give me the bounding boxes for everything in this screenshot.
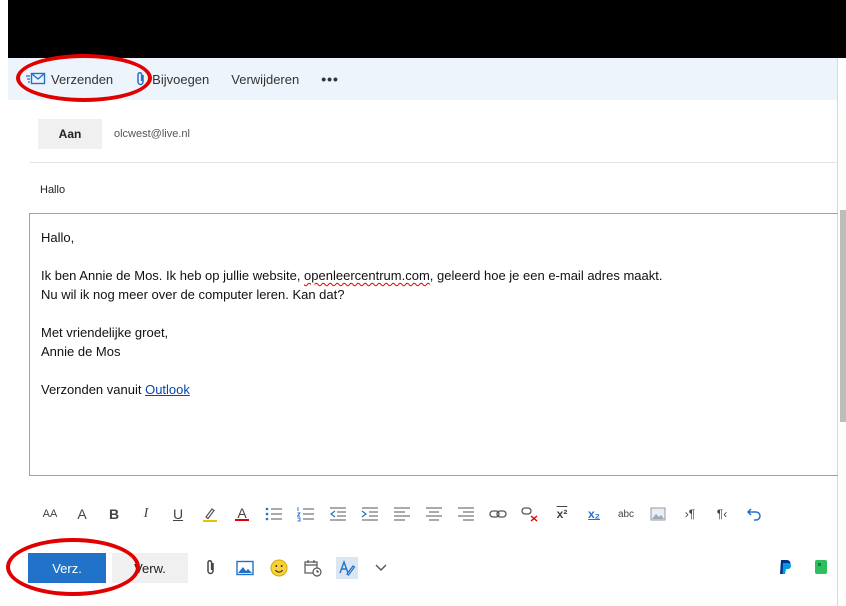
unlink-icon (521, 507, 538, 522)
chevron-down-icon (375, 564, 387, 571)
evernote-icon (815, 560, 827, 574)
grow-font-button[interactable]: A (70, 502, 94, 526)
format-options-button[interactable] (336, 557, 358, 579)
attach-file-button[interactable] (200, 557, 222, 579)
picture-icon (650, 507, 666, 521)
italic-button[interactable]: I (134, 502, 158, 526)
increase-indent-button[interactable] (358, 502, 382, 526)
undo-button[interactable] (742, 502, 766, 526)
align-center-icon (426, 507, 442, 521)
to-button[interactable]: Aan (38, 119, 102, 149)
ltr-glyph: ›¶ (684, 507, 696, 521)
link-icon (489, 510, 507, 518)
addins-area (760, 556, 846, 578)
discard-command-label: Verwijderen (231, 71, 300, 87)
left-to-right-button[interactable]: ›¶ (678, 502, 702, 526)
schedule-button[interactable] (302, 557, 324, 579)
smiley-icon (270, 559, 288, 577)
message-body-editor[interactable]: Hallo, Ik ben Annie de Mos. Ik heb op ju… (29, 213, 838, 476)
command-bar: Verzenden Bijvoegen Verwijderen ••• (8, 58, 838, 100)
sent-from-line: Verzonden vanuit Outlook (41, 380, 838, 399)
window-top-bar (8, 0, 846, 58)
font-color-button[interactable]: A (230, 502, 254, 526)
more-options-label: ••• (321, 71, 339, 87)
indent-icon (361, 507, 378, 521)
message-line-1-suffix: , geleerd hoe je een e-mail adres maakt. (429, 268, 663, 283)
align-right-button[interactable] (454, 502, 478, 526)
highlighter-icon (203, 508, 217, 522)
align-left-button[interactable] (390, 502, 414, 526)
outdent-icon (330, 507, 346, 521)
send-button[interactable]: Verz. (28, 553, 106, 583)
right-to-left-button[interactable]: ¶‹ (710, 502, 734, 526)
strikethrough-button[interactable]: abc (614, 502, 638, 526)
recipient-row: Aan olcwest@live.nl (38, 118, 190, 150)
remove-link-button[interactable] (518, 502, 542, 526)
superscript-button[interactable]: x² (550, 502, 574, 526)
underline-button[interactable]: U (166, 502, 190, 526)
align-center-button[interactable] (422, 502, 446, 526)
outlook-link[interactable]: Outlook (145, 382, 190, 397)
picture-icon (236, 560, 254, 576)
sent-from-prefix: Verzonden vanuit (41, 382, 146, 397)
bold-button[interactable]: B (102, 502, 126, 526)
insert-picture-inline-button[interactable] (646, 502, 670, 526)
subscript-button[interactable]: x₂ (582, 502, 606, 526)
attach-command-button[interactable]: Bijvoegen (135, 71, 209, 87)
superscript-glyph: x² (556, 507, 568, 521)
message-line-1-prefix: Ik ben Annie de Mos. Ik heb op jullie we… (41, 268, 305, 283)
paperclip-icon (135, 71, 147, 87)
text-format-icon (339, 559, 356, 576)
bullets-button[interactable] (262, 502, 286, 526)
italic-glyph: I (143, 506, 149, 521)
message-signature: Annie de Mos (41, 344, 121, 359)
discard-command-button[interactable]: Verwijderen (231, 72, 299, 87)
message-line-2: Nu wil ik nog meer over de computer lere… (41, 287, 345, 302)
align-right-icon (458, 507, 474, 521)
undo-icon (746, 508, 761, 521)
grow-font-glyph: A (77, 506, 87, 522)
insert-link-button[interactable] (486, 502, 510, 526)
insert-picture-button[interactable] (234, 557, 256, 579)
align-left-icon (394, 507, 410, 521)
bottom-action-bar: Verz. Verw. (28, 552, 392, 584)
emoji-button[interactable] (268, 557, 290, 579)
format-toolbar: AA A B I U A x² x₂ abc ›¶ ¶‹ (38, 500, 766, 528)
bold-glyph: B (108, 506, 120, 522)
numbering-button[interactable] (294, 502, 318, 526)
paperclip-icon (207, 559, 214, 575)
chevron-down-button[interactable] (370, 557, 392, 579)
send-command-label: Verzenden (51, 71, 114, 87)
paypal-icon (780, 560, 791, 574)
recipient-divider (30, 162, 838, 163)
calendar-clock-icon (304, 560, 322, 577)
rtl-glyph: ¶‹ (716, 507, 728, 521)
scrollbar-thumb[interactable] (840, 210, 846, 422)
highlight-button[interactable] (198, 502, 222, 526)
send-command-button[interactable]: Verzenden (26, 72, 113, 87)
attach-command-label: Bijvoegen (152, 71, 210, 87)
bullet-list-icon (265, 507, 282, 521)
subject-field[interactable]: Hallo (40, 184, 65, 196)
discard-button[interactable]: Verw. (112, 553, 188, 583)
message-greeting: Hallo, (41, 230, 75, 245)
font-size-glyph: AA (42, 508, 58, 520)
font-size-button[interactable]: AA (38, 502, 62, 526)
paypal-addin-button[interactable] (774, 556, 796, 578)
message-closing: Met vriendelijke groet, (41, 325, 169, 340)
evernote-addin-button[interactable] (810, 556, 832, 578)
message-website-text: openleercentrum.com (304, 268, 430, 283)
send-mail-icon (26, 72, 46, 86)
message-line-1: Ik ben Annie de Mos. Ik heb op jullie we… (41, 266, 838, 285)
underline-glyph: U (172, 506, 184, 522)
numbered-list-icon (297, 507, 314, 522)
decrease-indent-button[interactable] (326, 502, 350, 526)
font-color-glyph: A (237, 505, 247, 521)
recipient-address[interactable]: olcwest@live.nl (114, 128, 190, 140)
more-options-button[interactable]: ••• (321, 71, 339, 87)
strikethrough-glyph: abc (617, 508, 635, 520)
subscript-glyph: x₂ (587, 507, 600, 521)
